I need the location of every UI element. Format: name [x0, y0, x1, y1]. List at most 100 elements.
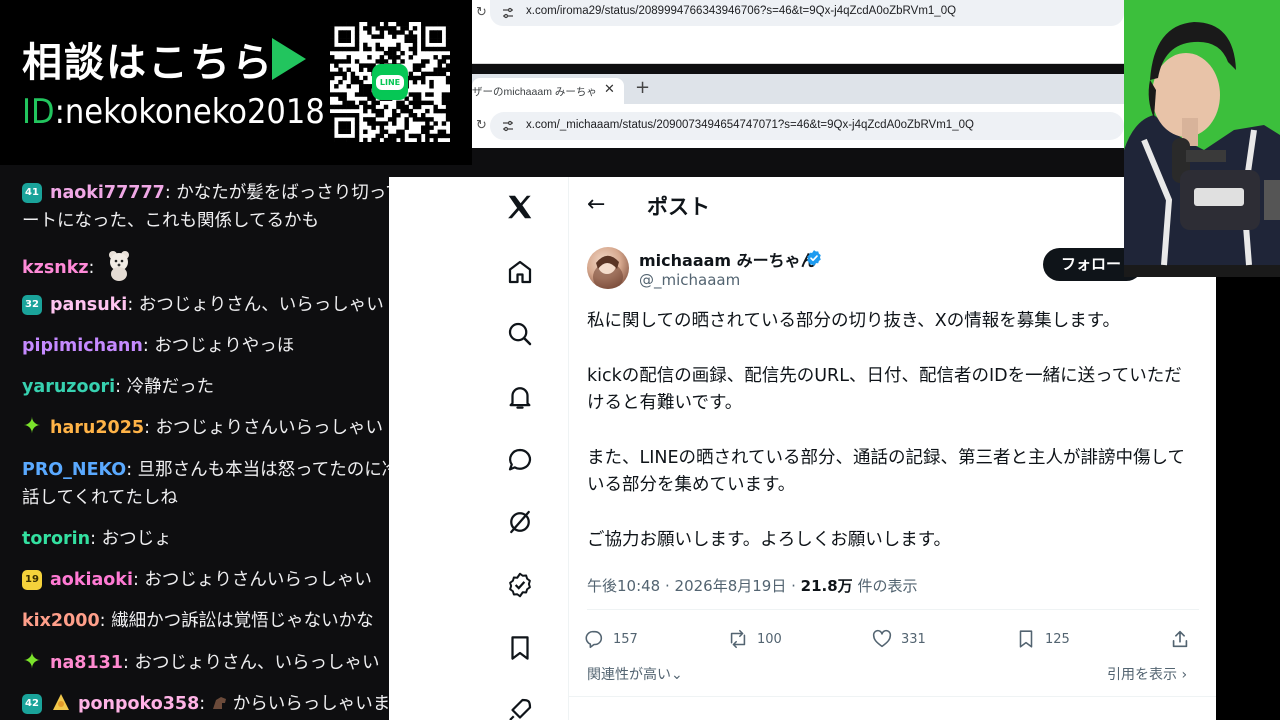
x-logo-icon[interactable]: [505, 192, 535, 222]
qr-module: [416, 117, 422, 122]
qr-module: [445, 92, 450, 97]
qr-module: [354, 92, 360, 97]
qr-module: [363, 84, 368, 89]
chat-username[interactable]: naoki77777: [50, 183, 165, 203]
site-info-icon[interactable]: [502, 7, 514, 19]
qr-module: [421, 30, 426, 35]
qr-module: [367, 104, 372, 110]
qr-module: [367, 22, 372, 27]
qr-module: [346, 22, 351, 27]
qr-code: LINE: [330, 22, 450, 142]
search-icon[interactable]: [505, 319, 535, 349]
bookmark-button[interactable]: 125: [1015, 628, 1070, 650]
qr-module: [429, 38, 434, 43]
webcam-overlay: [1124, 0, 1280, 277]
qr-module: [396, 42, 401, 48]
chat-username[interactable]: tororin: [22, 529, 90, 549]
chat-username[interactable]: aokiaoki: [50, 570, 133, 590]
chat-username[interactable]: kix2000: [22, 611, 100, 631]
chat-username[interactable]: yaruzoori: [22, 377, 115, 397]
post-time[interactable]: 午後10:48: [587, 577, 660, 595]
author-handle[interactable]: @_michaaam: [639, 271, 740, 289]
chat-message-continued: ートになった、これも関係してるかも: [22, 207, 389, 235]
qr-module: [437, 71, 443, 77]
qr-module: [433, 104, 438, 110]
cheer-emote-icon: [50, 691, 72, 720]
browser-tab[interactable]: ザーのmichaaam みーちゃん ✕: [472, 78, 624, 104]
qr-module: [400, 104, 405, 110]
address-bar[interactable]: ↻ x.com/iroma29/status/20899947663439467…: [476, 0, 1124, 26]
qr-module: [354, 133, 360, 139]
qr-module: [400, 129, 405, 135]
qr-module: [425, 137, 430, 142]
qr-module: [354, 104, 360, 110]
qr-module: [412, 79, 418, 85]
author-name[interactable]: michaaam みーちゃん: [639, 247, 817, 271]
qr-module: [429, 117, 434, 122]
qr-module: [383, 26, 389, 31]
qr-module: [437, 67, 443, 72]
qr-module: [392, 117, 397, 122]
qr-module: [433, 71, 438, 77]
grok-icon[interactable]: [505, 507, 535, 537]
qr-module: [354, 38, 360, 43]
qr-module: [363, 104, 368, 110]
messages-icon[interactable]: [505, 445, 535, 475]
qr-module: [433, 34, 438, 39]
new-tab-icon[interactable]: +: [635, 77, 650, 98]
chat-username[interactable]: haru2025: [50, 418, 144, 438]
chat-username[interactable]: PRO_NEKO: [22, 460, 126, 480]
qr-module: [429, 133, 434, 139]
post-text-paragraph: kickの配信の画録、配信先のURL、日付、配信者のIDを一緒に送っていただける…: [587, 366, 1182, 413]
chat-text: おつじょりさんいらっしゃい: [155, 418, 384, 438]
qr-module: [354, 75, 360, 81]
back-arrow-icon[interactable]: ←: [587, 192, 605, 217]
verified-orgs-icon[interactable]: [505, 570, 535, 600]
qr-module: [358, 92, 364, 97]
post-date[interactable]: 2026年8月19日: [675, 577, 787, 595]
chat-text: かなたが髪をばっさり切って: [176, 183, 389, 203]
qr-module: [363, 137, 368, 142]
home-icon[interactable]: [505, 257, 535, 287]
qr-module: [441, 59, 447, 64]
sort-dropdown[interactable]: 関連性が高い⌄: [587, 664, 683, 684]
chat-username[interactable]: na8131: [50, 653, 123, 673]
like-count: 331: [901, 631, 926, 647]
bookmarks-icon[interactable]: [505, 633, 535, 663]
rocket-icon[interactable]: [505, 695, 535, 720]
reload-icon[interactable]: ↻: [476, 118, 487, 133]
site-info-icon[interactable]: [502, 120, 514, 132]
chat-username[interactable]: pansuki: [50, 295, 127, 315]
qr-module: [334, 113, 339, 118]
like-button[interactable]: 331: [871, 628, 926, 650]
address-bar[interactable]: ↻ x.com/_michaaam/status/209007349465474…: [476, 112, 1124, 140]
qr-module: [342, 59, 347, 64]
qr-module: [330, 129, 335, 135]
qr-module: [404, 26, 409, 31]
chat-username[interactable]: pipimichann: [22, 336, 143, 356]
qr-module: [416, 63, 422, 68]
notifications-bell-icon[interactable]: [505, 382, 535, 412]
qr-module: [354, 46, 360, 52]
reply-button[interactable]: 157: [583, 628, 638, 650]
qr-module: [330, 125, 335, 130]
view-quotes-link[interactable]: 引用を表示 ›: [1107, 664, 1187, 684]
qr-module: [400, 30, 405, 35]
chat-colon: :: [199, 694, 211, 714]
avatar[interactable]: [587, 247, 629, 289]
qr-module: [404, 125, 409, 130]
qr-module: [392, 26, 397, 31]
qr-module: [338, 59, 343, 64]
qr-module: [367, 92, 372, 97]
chat-username[interactable]: kzsnkz: [22, 258, 89, 278]
tab-close-icon[interactable]: ✕: [604, 82, 615, 97]
chat-username[interactable]: ponpoko358: [78, 694, 199, 714]
repost-button[interactable]: 100: [727, 628, 782, 650]
qr-module: [441, 46, 447, 52]
qr-module: [354, 137, 360, 142]
qr-module: [408, 38, 414, 43]
qr-module: [379, 113, 385, 118]
qr-module: [433, 108, 438, 114]
reload-icon[interactable]: ↻: [476, 5, 487, 20]
share-button[interactable]: [1169, 628, 1191, 650]
